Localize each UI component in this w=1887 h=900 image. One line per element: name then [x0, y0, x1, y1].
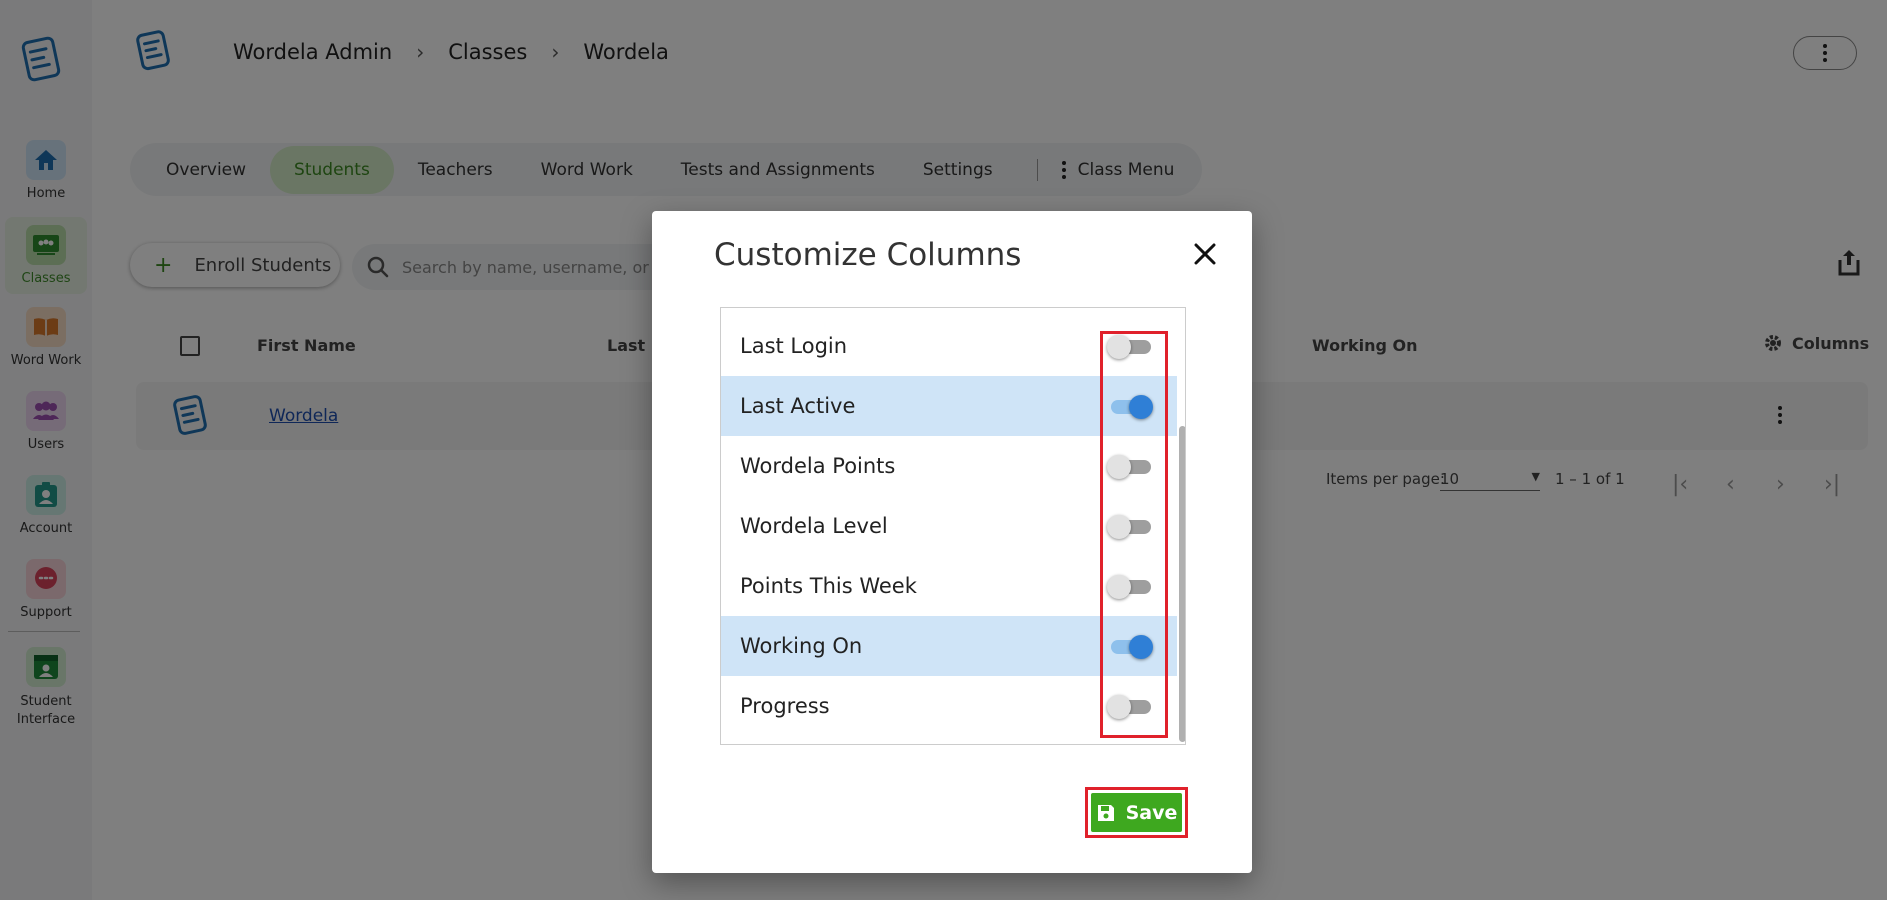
toggle-last-login[interactable]	[1107, 335, 1153, 359]
toggle-wordela-level[interactable]	[1107, 515, 1153, 539]
toggle-progress[interactable]	[1107, 695, 1153, 719]
column-option-working-on: Working On	[721, 616, 1177, 676]
toggle-last-active[interactable]	[1107, 395, 1153, 419]
save-floppy-icon	[1097, 804, 1114, 821]
option-label: Wordela Level	[740, 514, 888, 538]
column-options-list: Last Login Last Active Wordela Points Wo…	[720, 307, 1186, 745]
column-option-last-active: Last Active	[721, 376, 1177, 436]
option-label: Progress	[740, 694, 830, 718]
column-option-progress: Progress	[721, 676, 1177, 736]
option-label: Points This Week	[740, 574, 917, 598]
toggle-points-this-week[interactable]	[1107, 575, 1153, 599]
save-label: Save	[1125, 801, 1178, 824]
close-icon[interactable]	[1192, 241, 1218, 267]
option-label: Last Active	[740, 394, 856, 418]
list-scrollbar[interactable]	[1179, 426, 1185, 742]
dialog-title: Customize Columns	[714, 237, 1022, 273]
save-button[interactable]: Save	[1091, 793, 1182, 832]
customize-columns-dialog: Customize Columns Last Login Last Active…	[652, 211, 1252, 873]
toggle-working-on[interactable]	[1107, 635, 1153, 659]
column-option-wordela-level: Wordela Level	[721, 496, 1177, 556]
column-option-last-login: Last Login	[721, 316, 1177, 376]
column-option-wordela-points: Wordela Points	[721, 436, 1177, 496]
option-label: Wordela Points	[740, 454, 896, 478]
column-option-points-this-week: Points This Week	[721, 556, 1177, 616]
option-label: Working On	[740, 634, 863, 658]
toggle-wordela-points[interactable]	[1107, 455, 1153, 479]
option-label: Last Login	[740, 334, 848, 358]
